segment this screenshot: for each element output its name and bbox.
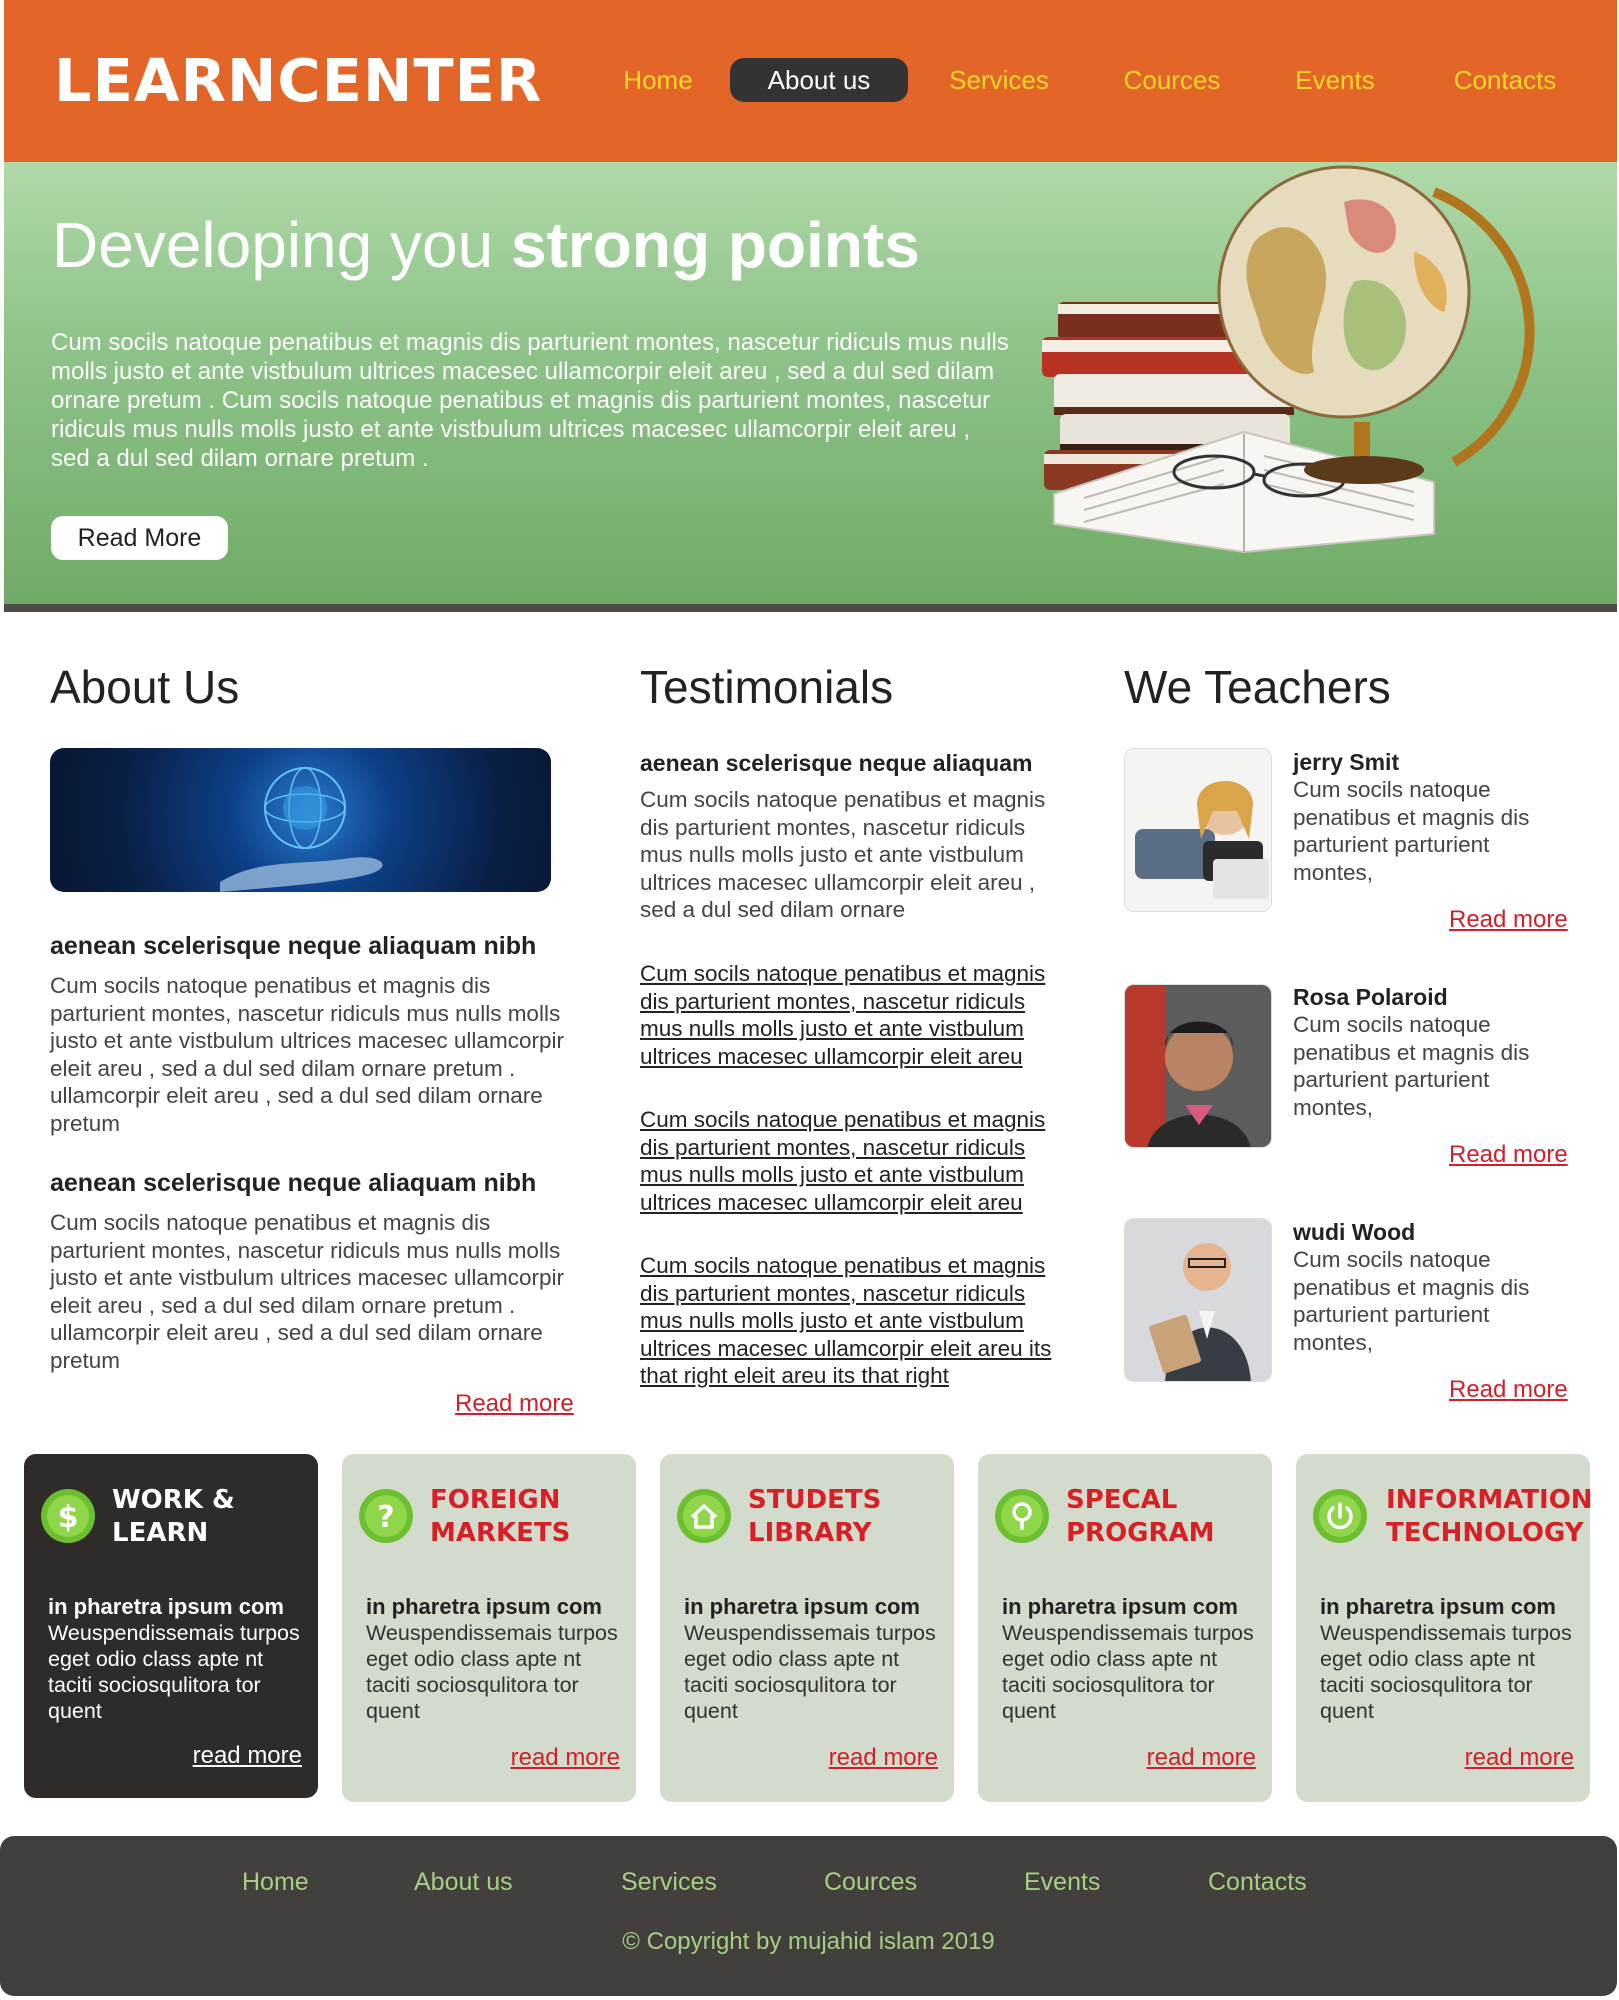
feature-subheading-3: in pharetra ipsum com xyxy=(684,1594,920,1619)
feature-title-4: SPECAL PROGRAM xyxy=(1066,1485,1215,1548)
power-icon xyxy=(1313,1489,1367,1543)
home-icon xyxy=(677,1489,731,1543)
books-globe-illustration xyxy=(1042,165,1535,554)
about-read-more-link[interactable]: Read more xyxy=(455,1390,574,1418)
teacher-text-1: Cum socils natoque penatibus et magnis d… xyxy=(1293,777,1530,885)
footer-nav-events[interactable]: Events xyxy=(1024,1868,1100,1897)
about-heading: About Us xyxy=(50,661,240,713)
teacher-name-1: jerry Smit xyxy=(1293,749,1400,775)
feature-subheading-1: in pharetra ipsum com xyxy=(48,1594,284,1619)
teacher-name-2: Rosa Polaroid xyxy=(1293,984,1448,1010)
testimonial-link-2[interactable]: Cum socils natoque penatibus et magnis d… xyxy=(640,1106,1060,1216)
about-subheading-1: aenean scelerisque neque aliaquam nibh xyxy=(50,932,537,960)
hero-banner: Developing you strong points Cum socils … xyxy=(4,162,1617,604)
hero-title-bold: strong points xyxy=(510,209,920,281)
testimonial-link-3[interactable]: Cum socils natoque penatibus et magnis d… xyxy=(640,1252,1060,1390)
about-text-1: Cum socils natoque penatibus et magnis d… xyxy=(50,973,564,1136)
globe-hand-image xyxy=(220,767,383,892)
teacher-photo-wudi xyxy=(1124,1218,1272,1382)
teacher-photo-jerry xyxy=(1124,748,1272,912)
footer-nav-home[interactable]: Home xyxy=(242,1868,309,1897)
testimonial-link-1[interactable]: Cum socils natoque penatibus et magnis d… xyxy=(640,960,1060,1070)
teacher-text-2: Cum socils natoque penatibus et magnis d… xyxy=(1293,1012,1530,1120)
feature-box-foreign-markets: ? FOREIGN MARKETS in pharetra ipsum com … xyxy=(342,1454,636,1802)
feature-read-more-1[interactable]: read more xyxy=(193,1742,302,1770)
feature-box-work-learn: $ WORK & LEARN in pharetra ipsum com Weu… xyxy=(24,1454,318,1798)
feature-read-more-4[interactable]: read more xyxy=(1147,1744,1256,1772)
svg-text:$: $ xyxy=(58,1500,79,1535)
question-icon: ? xyxy=(359,1489,413,1543)
hero-read-more-button[interactable]: Read More xyxy=(51,516,228,560)
svg-text:?: ? xyxy=(377,1500,394,1535)
feature-read-more-3[interactable]: read more xyxy=(829,1744,938,1772)
feature-read-more-5[interactable]: read more xyxy=(1465,1744,1574,1772)
feature-title-3: STUDETS LIBRARY xyxy=(748,1485,882,1548)
dollar-icon: $ xyxy=(41,1489,95,1543)
site-header: LEARNCENTER Home About us Services Courc… xyxy=(4,0,1617,162)
feature-text-1: Weuspendissemais turpos eget odio class … xyxy=(48,1621,300,1723)
teacher-read-more-3[interactable]: Read more xyxy=(1449,1376,1568,1404)
footer-nav-about-us[interactable]: About us xyxy=(414,1868,513,1897)
testimonials-heading: Testimonials xyxy=(640,661,894,713)
footer-nav-cources[interactable]: Cources xyxy=(824,1868,917,1897)
about-image xyxy=(50,748,551,892)
nav-cources[interactable]: Cources xyxy=(1112,58,1232,102)
hero-title-light: Developing you xyxy=(52,209,511,281)
footer-nav-services[interactable]: Services xyxy=(621,1868,717,1897)
feature-text-5: Weuspendissemais turpos eget odio class … xyxy=(1320,1621,1572,1723)
teacher-read-more-1[interactable]: Read more xyxy=(1449,906,1568,934)
feature-subheading-2: in pharetra ipsum com xyxy=(366,1594,602,1619)
site-footer: Home About us Services Cources Events Co… xyxy=(0,1836,1617,1996)
feature-text-3: Weuspendissemais turpos eget odio class … xyxy=(684,1621,936,1723)
copyright-text: © Copyright by mujahid islam 2019 xyxy=(622,1928,995,1955)
teachers-heading: We Teachers xyxy=(1124,661,1391,713)
feature-box-special-program: SPECAL PROGRAM in pharetra ipsum com Weu… xyxy=(978,1454,1272,1802)
nav-services[interactable]: Services xyxy=(934,58,1064,102)
about-subheading-2: aenean scelerisque neque aliaquam nibh xyxy=(50,1169,537,1197)
hero-title: Developing you strong points xyxy=(52,208,920,282)
feature-title-5: INFORMATION TECHNOLOGY xyxy=(1386,1485,1593,1548)
feature-title-1: WORK & LEARN xyxy=(112,1485,235,1548)
teacher-text-3: Cum socils natoque penatibus et magnis d… xyxy=(1293,1247,1530,1355)
search-icon xyxy=(995,1489,1049,1543)
feature-read-more-2[interactable]: read more xyxy=(511,1744,620,1772)
hero-divider xyxy=(4,604,1617,612)
footer-nav-contacts[interactable]: Contacts xyxy=(1208,1868,1307,1897)
nav-home[interactable]: Home xyxy=(604,58,712,102)
feature-subheading-5: in pharetra ipsum com xyxy=(1320,1594,1556,1619)
feature-title-2: FOREIGN MARKETS xyxy=(430,1485,571,1548)
teacher-name-3: wudi Wood xyxy=(1293,1219,1416,1245)
hero-text: Cum socils natoque penatibus et magnis d… xyxy=(51,329,1009,472)
testimonials-subheading: aenean scelerisque neque aliaquam xyxy=(640,750,1033,776)
feature-text-2: Weuspendissemais turpos eget odio class … xyxy=(366,1621,618,1723)
feature-box-students-library: STUDETS LIBRARY in pharetra ipsum com We… xyxy=(660,1454,954,1802)
about-text-2: Cum socils natoque penatibus et magnis d… xyxy=(50,1210,564,1373)
nav-contacts[interactable]: Contacts xyxy=(1442,58,1568,102)
teacher-read-more-2[interactable]: Read more xyxy=(1449,1141,1568,1169)
main-nav: Home About us Services Cources Events Co… xyxy=(4,58,1617,102)
testimonials-text: Cum socils natoque penatibus et magnis d… xyxy=(640,787,1046,922)
nav-events[interactable]: Events xyxy=(1280,58,1390,102)
feature-text-4: Weuspendissemais turpos eget odio class … xyxy=(1002,1621,1254,1723)
teacher-photo-rosa xyxy=(1124,984,1272,1148)
feature-subheading-4: in pharetra ipsum com xyxy=(1002,1594,1238,1619)
feature-box-information-technology: INFORMATION TECHNOLOGY in pharetra ipsum… xyxy=(1296,1454,1593,1802)
nav-about-us[interactable]: About us xyxy=(730,58,908,102)
